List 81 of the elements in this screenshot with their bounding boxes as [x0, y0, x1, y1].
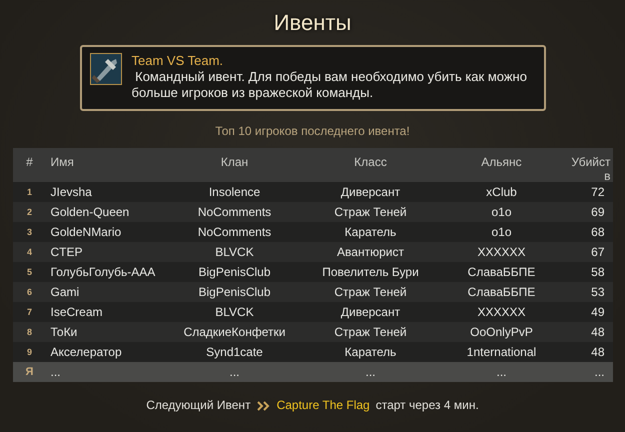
table-row[interactable]: 5 ГолубьГолубь-AAA BigPenisClub Повелитель Бури СлаваББПЕ 58 [12, 262, 612, 282]
rank-cell-text: 7 [26, 306, 33, 318]
table-cell-text: GoldeNMario [50, 224, 122, 240]
column-header: Клан [220, 154, 250, 170]
table-cell-text: Авантюрист [336, 244, 405, 260]
table-cell-text: o1o [490, 224, 513, 240]
rank-cell-text: 6 [26, 286, 33, 298]
table-cell-text: ... [364, 364, 376, 380]
table-cell-text: Повелитель Бури [321, 264, 420, 280]
table-cell-text: Каратель [344, 224, 398, 240]
table-cell-text: ... [50, 364, 62, 380]
table-cell-text: 72 [590, 184, 606, 200]
table-cell-text: IseCream [50, 304, 104, 320]
table-cell-text: JIevsha [50, 184, 93, 200]
table-cell-text: СлаваББПЕ [466, 284, 536, 300]
column-header: Имя [50, 154, 75, 170]
column-header: # [25, 154, 34, 170]
table-cell-text: 53 [590, 284, 606, 300]
rank-cell-text: 1 [26, 186, 33, 198]
table-cell-text: BigPenisClub [197, 284, 272, 300]
table-cell-text: ... [495, 364, 508, 380]
table-caption: Топ 10 игроков последнего ивента! [215, 124, 410, 138]
table-cell-text: BLVCK [214, 304, 255, 320]
table-cell-text: XXXXXX [476, 244, 527, 260]
table-cell-text: 1nternational [466, 344, 538, 360]
table-cell-text: 48 [590, 344, 606, 360]
table-cell-text: Gami [50, 284, 80, 300]
event-description: Командный ивент. Для победы вам необходимо убить как можно больше игроков из вражеской команды. [132, 69, 528, 101]
table-cell-text: 69 [590, 204, 606, 220]
rank-cell-text: Я [24, 366, 34, 378]
column-header: Альянс [480, 154, 523, 170]
table-cell-text: Golden-Queen [50, 204, 130, 220]
table-cell-text: BLVCK [214, 244, 255, 260]
table-cell-text: o1o [490, 204, 513, 220]
table-cell-text: xClub [485, 184, 518, 200]
table-cell-text: Диверсант [340, 184, 402, 200]
table-cell-text: СладкиеКонфетки [182, 324, 286, 340]
table-cell-text: 67 [590, 244, 606, 260]
table-cell-text: CTEP [50, 244, 84, 260]
table-cell-text: ... [593, 364, 606, 380]
rank-cell-text: 8 [26, 326, 33, 338]
table-cell-text: Акселератор [50, 344, 123, 360]
footer-label: Следующий Ивент [146, 398, 251, 413]
table-cell-text: 48 [590, 324, 606, 340]
table-cell-text: XXXXXX [476, 304, 527, 320]
next-event-name[interactable]: Capture The Flag [276, 398, 370, 413]
table-cell-text: ГолубьГолубь-AAA [50, 264, 156, 280]
table-cell-text: Insolence [208, 184, 262, 200]
weapon-icon [90, 53, 122, 85]
double-chevron-icon [256, 400, 271, 410]
column-header: Убийств [570, 154, 610, 183]
table-cell-text: BigPenisClub [197, 264, 272, 280]
table-row[interactable]: 7 IseCream BLVCK Диверсант XXXXXX 49 [12, 302, 612, 322]
table-cell-text: Synd1cate [205, 344, 264, 360]
table-cell-text: 58 [590, 264, 606, 280]
table-cell-text: OoOnlyPvP [469, 324, 534, 340]
table-cell-text: NoComments [196, 224, 272, 240]
table-cell-text: 49 [590, 304, 606, 320]
rank-cell-text: 2 [26, 206, 33, 218]
window-title: Ивенты [274, 10, 352, 36]
table-cell-text: 68 [590, 224, 606, 240]
rank-cell-text: 5 [26, 266, 33, 278]
table-row[interactable]: 1 JIevsha Insolence Диверсант xClub 72 [12, 182, 612, 202]
column-header: Класс [353, 154, 388, 170]
rank-cell-text: 3 [26, 226, 33, 238]
table-cell-text: Страж Теней [333, 284, 408, 300]
table-row[interactable]: Я ... ... ... ... ... [12, 362, 612, 382]
rank-cell-text: 9 [26, 346, 33, 358]
table-row[interactable]: 9 Акселератор Synd1cate Каратель 1nternational 48 [12, 342, 612, 362]
rank-cell-text: 4 [26, 246, 33, 258]
start-time: старт через 4 мин. [376, 398, 479, 413]
table-cell-text: Каратель [344, 344, 398, 360]
event-name: Team VS Team. [132, 53, 224, 69]
table-cell-text: ТоКи [50, 324, 78, 340]
table-cell-text: Страж Теней [333, 204, 408, 220]
table-cell-text: СлаваББПЕ [466, 264, 536, 280]
table-cell-text: ... [228, 364, 240, 380]
table-row[interactable]: 3 GoldeNMario NoComments Каратель o1o 68 [12, 222, 612, 242]
table-cell-text: NoComments [196, 204, 272, 220]
table-cell-text: Диверсант [340, 304, 402, 320]
table-cell-text: Страж Теней [333, 324, 408, 340]
